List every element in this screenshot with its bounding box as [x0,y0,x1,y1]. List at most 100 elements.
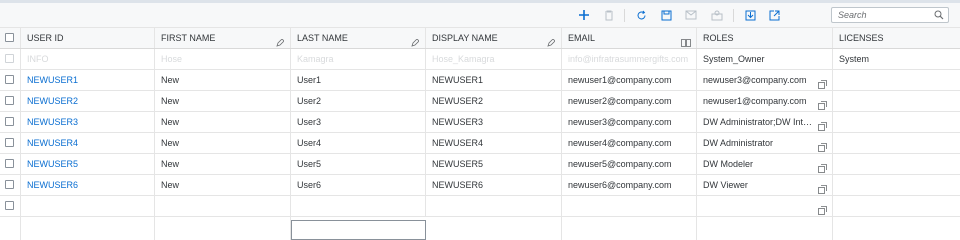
row-checkbox[interactable] [5,159,14,168]
table-row[interactable]: NEWUSER5 New User5 NEWUSER5 newuser5@company… [0,154,960,175]
row-checkbox[interactable] [5,180,14,189]
col-header-display-name[interactable]: DISPLAY NAME [426,28,562,48]
cell-email[interactable]: newuser6@company.com [562,175,697,195]
row-checkbox[interactable] [5,96,14,105]
cell-display-name[interactable]: NEWUSER6 [426,175,562,195]
value-help-icon[interactable] [818,76,827,90]
row-checkbox[interactable] [5,201,14,210]
cell-roles[interactable]: newuser3@company.com [697,70,833,90]
value-help-icon[interactable] [818,97,827,111]
select-all-checkbox[interactable] [5,33,14,42]
col-header-first-name[interactable]: FIRST NAME [155,28,291,48]
cell-user-id[interactable]: NEWUSER2 [21,91,155,111]
table-row-empty[interactable] [0,196,960,217]
cell-roles-text: DW Modeler [703,159,754,169]
cell-last-name[interactable]: User4 [291,133,426,153]
cell-email[interactable]: newuser5@company.com [562,154,697,174]
col-header-email[interactable]: EMAIL [562,28,697,48]
cell-user-id[interactable]: NEWUSER6 [21,175,155,195]
cell-first-name[interactable]: New [155,91,291,111]
plus-icon[interactable] [575,7,593,23]
row-checkbox[interactable] [5,75,14,84]
assign-icon[interactable] [708,7,726,23]
cell-user-id-text[interactable]: NEWUSER5 [27,159,78,169]
trash-icon[interactable] [600,7,618,23]
cell-licenses[interactable] [833,196,960,216]
cell-roles[interactable]: DW Administrator;DW Inte… [697,112,833,132]
cell-user-id-text[interactable]: NEWUSER4 [27,138,78,148]
cell-user-id[interactable]: NEWUSER1 [21,70,155,90]
cell-user-id-text[interactable]: NEWUSER6 [27,180,78,190]
cell-user-id-text[interactable]: NEWUSER2 [27,96,78,106]
cell-email[interactable] [562,196,697,216]
value-help-icon[interactable] [818,118,827,132]
cell-first-name[interactable]: New [155,133,291,153]
row-checkbox[interactable] [5,138,14,147]
cell-last-name[interactable]: User2 [291,91,426,111]
cell-last-name[interactable]: User1 [291,70,426,90]
cell-display-name[interactable]: NEWUSER5 [426,154,562,174]
mail-icon[interactable] [682,7,700,23]
value-help-icon[interactable] [818,202,827,216]
cell-last-name[interactable] [291,196,426,216]
cell-first-name[interactable]: New [155,175,291,195]
cell-user-id[interactable]: NEWUSER4 [21,133,155,153]
cell-roles[interactable]: DW Viewer [697,175,833,195]
cell-email[interactable]: newuser1@company.com [562,70,697,90]
cell-licenses[interactable] [833,175,960,195]
cell-email[interactable]: newuser3@company.com [562,112,697,132]
save-icon[interactable] [657,7,675,23]
cell-last-name[interactable]: User6 [291,175,426,195]
col-header-last-name[interactable]: LAST NAME [291,28,426,48]
search-input[interactable]: Search [831,7,949,23]
row-checkbox[interactable] [5,117,14,126]
cell-last-name[interactable]: User5 [291,154,426,174]
cell-first-name[interactable] [155,196,291,216]
table-row[interactable]: NEWUSER6 New User6 NEWUSER6 newuser6@company… [0,175,960,196]
cell-user-id[interactable]: NEWUSER5 [21,154,155,174]
col-header-licenses[interactable]: LICENSES [833,28,960,48]
cell-user-id-text[interactable]: NEWUSER3 [27,117,78,127]
cell-licenses[interactable] [833,154,960,174]
cell-licenses[interactable] [833,70,960,90]
table-row[interactable]: NEWUSER3 New User3 NEWUSER3 newuser3@company… [0,112,960,133]
value-help-icon[interactable] [818,181,827,195]
cell-email[interactable]: newuser2@company.com [562,91,697,111]
cell-roles[interactable]: newuser1@company.com [697,91,833,111]
cell-licenses[interactable] [833,91,960,111]
active-edit-field[interactable] [291,220,426,240]
cell-display-name[interactable]: NEWUSER1 [426,70,562,90]
cell-display-name[interactable]: NEWUSER2 [426,91,562,111]
cell-first-name[interactable]: New [155,112,291,132]
cell-licenses[interactable] [833,112,960,132]
cell-roles-text: newuser1@company.com [703,96,807,106]
table-row[interactable]: NEWUSER4 New User4 NEWUSER4 newuser4@company… [0,133,960,154]
cell-display-name[interactable] [426,196,562,216]
value-help-icon[interactable] [818,139,827,153]
cell-display-name[interactable]: NEWUSER3 [426,112,562,132]
cell-user-id[interactable]: NEWUSER3 [21,112,155,132]
refresh-icon[interactable] [632,7,650,23]
cell-roles[interactable]: DW Administrator [697,133,833,153]
cell-roles[interactable]: DW Modeler [697,154,833,174]
cell-display-name[interactable]: NEWUSER4 [426,133,562,153]
table-row[interactable]: NEWUSER1 New User1 NEWUSER1 newuser1@company… [0,70,960,91]
cell-user-id: INFO [21,49,155,69]
value-help-icon[interactable] [818,160,827,174]
cell-user-id[interactable] [21,196,155,216]
export-icon[interactable] [765,7,783,23]
import-icon[interactable] [741,7,759,23]
col-header-roles[interactable]: ROLES [697,28,833,48]
cell-user-id-text[interactable]: NEWUSER1 [27,75,78,85]
cell-email[interactable]: newuser4@company.com [562,133,697,153]
cell-roles[interactable] [697,196,833,216]
table-row[interactable]: NEWUSER2 New User2 NEWUSER2 newuser2@company… [0,91,960,112]
cell-first-name[interactable]: New [155,70,291,90]
cell-first-name[interactable]: New [155,154,291,174]
table-row-template[interactable]: INFO Hose Kamagra Hose_Kamagra info@infr… [0,49,960,70]
cell-last-name[interactable]: User3 [291,112,426,132]
cell-last-name-text: User2 [297,96,322,106]
col-header-user-id[interactable]: USER ID [21,28,155,48]
search-icon[interactable] [934,10,944,22]
cell-licenses[interactable] [833,133,960,153]
